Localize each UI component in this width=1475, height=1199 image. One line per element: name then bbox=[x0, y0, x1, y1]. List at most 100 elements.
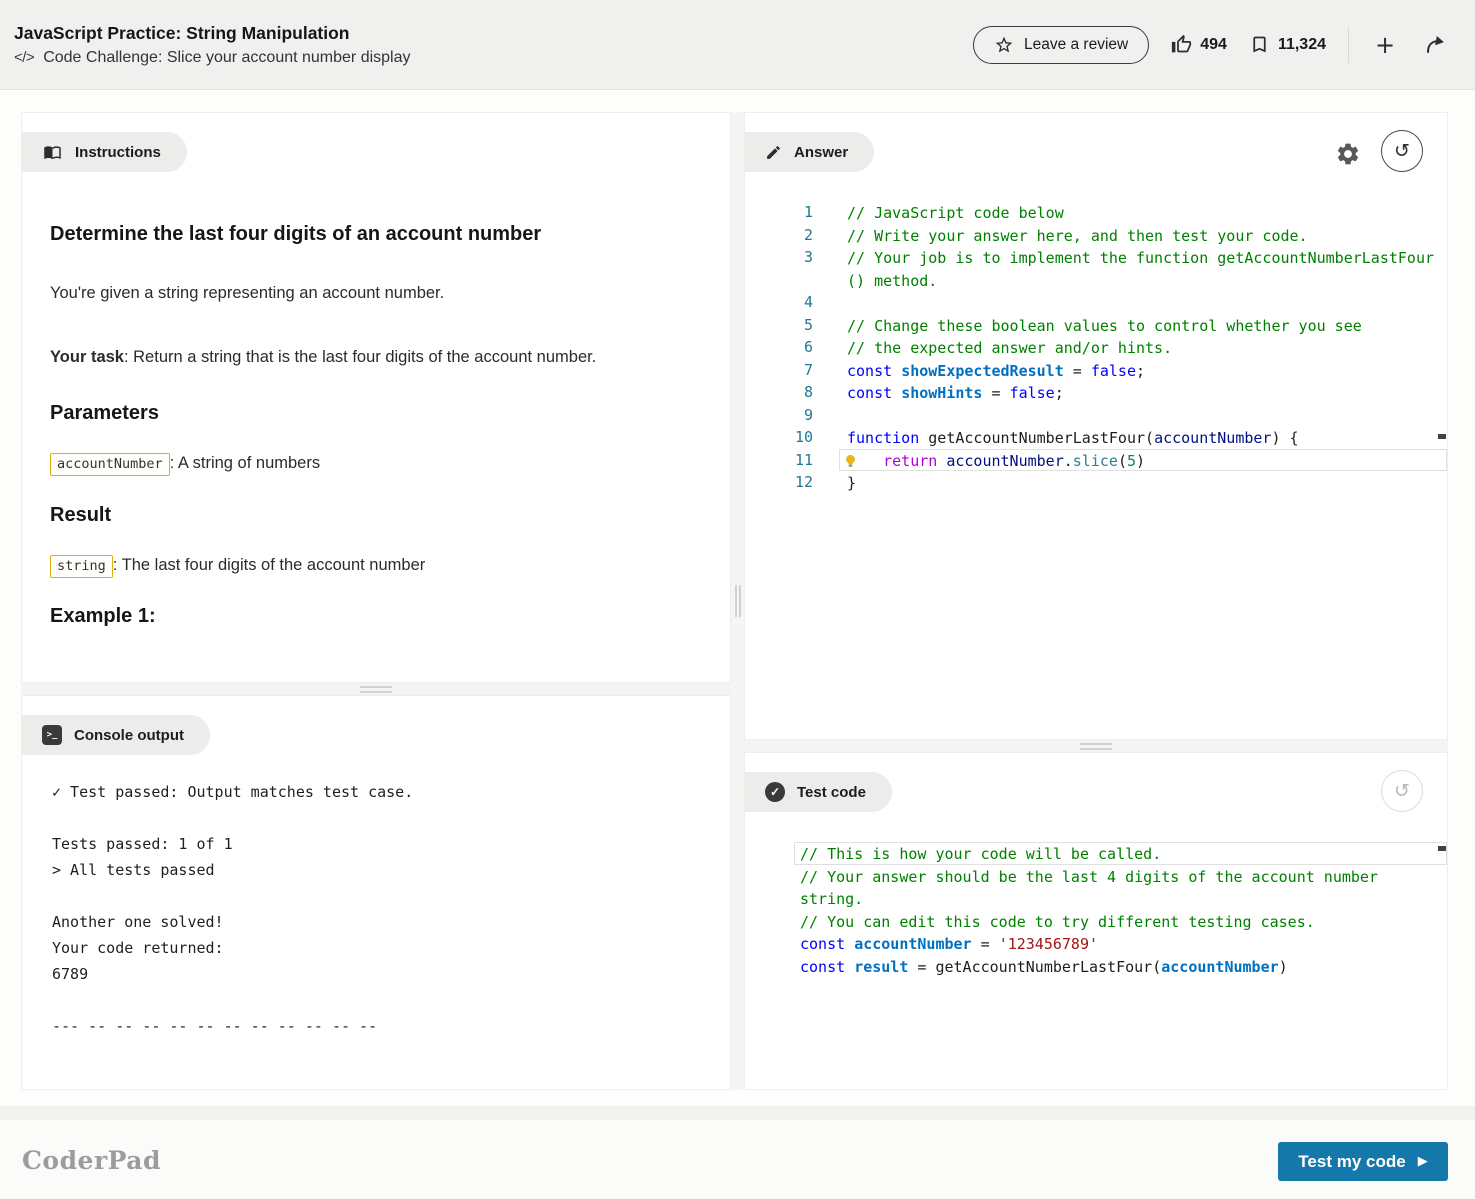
code-row: () method. bbox=[745, 269, 1447, 292]
code-row: 12} bbox=[745, 471, 1447, 494]
likes-stat[interactable]: 494 bbox=[1171, 34, 1227, 55]
coderpad-logo: CoderPad bbox=[22, 1146, 161, 1175]
code-line: } bbox=[847, 474, 857, 492]
console-line: Another one solved! bbox=[52, 913, 224, 931]
code-line: return accountNumber.slice(5) bbox=[839, 448, 1447, 471]
add-button[interactable]: + bbox=[1371, 31, 1399, 59]
overview-ruler-mark bbox=[1438, 434, 1446, 439]
tab-console-label: Console output bbox=[74, 726, 184, 744]
code-row: 7 const showExpectedResult = false; bbox=[745, 359, 1447, 382]
answer-actions: ↺ bbox=[1335, 130, 1423, 172]
share-button[interactable] bbox=[1421, 31, 1449, 59]
code-line: string. bbox=[800, 890, 864, 908]
task-label: Your task bbox=[50, 348, 124, 366]
tab-instructions-label: Instructions bbox=[75, 143, 161, 161]
test-actions: ↺ bbox=[1381, 770, 1423, 812]
example-heading: Example 1: bbox=[50, 605, 156, 627]
tab-instructions[interactable]: Instructions bbox=[22, 132, 187, 172]
param-code-chip: accountNumber bbox=[50, 453, 170, 476]
challenge-heading: Determine the last four digits of an acc… bbox=[50, 223, 542, 245]
line-number: 10 bbox=[794, 428, 813, 446]
code-row: 3 // Your job is to implement the functio… bbox=[745, 246, 1447, 269]
task-paragraph: Your task: Return a string that is the l… bbox=[50, 342, 650, 372]
lightbulb-icon[interactable] bbox=[844, 453, 858, 470]
right-horizontal-splitter[interactable] bbox=[744, 740, 1448, 752]
code-line: // You can edit this code to try differe… bbox=[800, 912, 1315, 931]
reset-icon: ↺ bbox=[1394, 780, 1410, 802]
header: JavaScript Practice: String Manipulation… bbox=[0, 0, 1475, 90]
thumbs-up-icon bbox=[1172, 34, 1192, 53]
star-icon bbox=[995, 36, 1013, 52]
parameters-heading: Parameters bbox=[50, 402, 159, 424]
page-title: JavaScript Practice: String Manipulation bbox=[14, 22, 350, 43]
test-editor[interactable]: // This is how your code will be called.… bbox=[745, 842, 1447, 977]
parameter-row: accountNumber: A string of numbers bbox=[50, 453, 654, 476]
footer: CoderPad Test my code ▶ bbox=[0, 1120, 1475, 1199]
code-row: 10 function getAccountNumberLastFour(acco… bbox=[745, 426, 1447, 449]
answer-panel-head: Answer ↺ bbox=[745, 113, 1447, 172]
answer-editor[interactable]: 1 // JavaScript code below 2 // Write your … bbox=[745, 201, 1447, 494]
result-code-chip: string bbox=[50, 555, 113, 578]
line-number: 1 bbox=[803, 203, 813, 221]
code-line: // This is how your code will be called. bbox=[794, 842, 1447, 865]
code-line: // Write your answer here, and then test… bbox=[847, 226, 1308, 245]
code-line: // Your answer should be the last 4 digi… bbox=[800, 867, 1378, 886]
console-line: ✓ Test passed: Output matches test case. bbox=[52, 783, 414, 801]
play-icon: ▶ bbox=[1417, 1154, 1428, 1169]
reset-test-button[interactable]: ↺ bbox=[1381, 770, 1423, 812]
answer-panel: Answer ↺ 1 // JavaScript code below 2 // Wr… bbox=[744, 112, 1448, 740]
param-desc: : A string of numbers bbox=[169, 454, 321, 472]
code-line: // Change these boolean values to contro… bbox=[847, 316, 1362, 335]
line-number: 7 bbox=[803, 360, 813, 379]
reset-answer-button[interactable]: ↺ bbox=[1381, 130, 1423, 172]
page-subtitle: </> Code Challenge: Slice your account n… bbox=[14, 49, 411, 67]
gear-icon bbox=[1337, 143, 1359, 164]
code-line: const result = getAccountNumberLastFour(… bbox=[800, 957, 1288, 976]
tab-test-code[interactable]: ✓ Test code bbox=[745, 772, 892, 812]
code-row: 1 // JavaScript code below bbox=[745, 201, 1447, 224]
code-line: // Your job is to implement the function… bbox=[847, 249, 1434, 267]
code-tag-icon: </> bbox=[14, 49, 35, 66]
code-line: const showHints = false; bbox=[847, 384, 1064, 402]
instructions-panel: Instructions Determine the last four dig… bbox=[21, 112, 731, 683]
line-number: 11 bbox=[794, 450, 813, 469]
settings-button[interactable] bbox=[1335, 141, 1361, 170]
terminal-icon: >_ bbox=[42, 725, 62, 745]
tab-console-output[interactable]: >_ Console output bbox=[22, 715, 210, 755]
console-lines: ✓ Test passed: Output matches test case.… bbox=[52, 779, 730, 1039]
console-line: Your code returned: bbox=[52, 939, 224, 957]
bottom-resize-band bbox=[0, 1106, 1475, 1120]
line-number: 3 bbox=[803, 248, 813, 266]
code-line: // JavaScript code below bbox=[847, 204, 1064, 222]
code-line: () method. bbox=[847, 271, 938, 290]
line-number: 12 bbox=[794, 473, 813, 491]
line-number: 9 bbox=[803, 405, 813, 424]
result-desc: : The last four digits of the account nu… bbox=[112, 556, 426, 574]
tab-answer[interactable]: Answer bbox=[745, 132, 875, 172]
code-line: const accountNumber = '123456789' bbox=[800, 935, 1099, 953]
leave-review-button[interactable]: Leave a review bbox=[972, 25, 1150, 64]
left-horizontal-splitter[interactable] bbox=[21, 683, 731, 695]
review-label: Leave a review bbox=[1023, 35, 1129, 53]
tab-answer-label: Answer bbox=[794, 143, 849, 161]
code-row: 5 // Change these boolean values to contr… bbox=[745, 314, 1447, 337]
test-panel-head: ✓ Test code ↺ bbox=[745, 753, 1447, 812]
line-number: 5 bbox=[803, 315, 813, 334]
line-number: 2 bbox=[803, 225, 813, 244]
console-panel: >_ Console output ✓ Test passed: Output … bbox=[21, 695, 731, 1090]
pencil-icon bbox=[767, 145, 780, 159]
reset-icon: ↺ bbox=[1394, 140, 1410, 162]
test-my-code-button[interactable]: Test my code ▶ bbox=[1278, 1142, 1448, 1181]
intro-paragraph: You're given a string representing an ac… bbox=[50, 284, 445, 302]
code-row: 6 // the expected answer and/or hints. bbox=[745, 336, 1447, 359]
vertical-splitter[interactable] bbox=[731, 112, 744, 1090]
bookmark-icon bbox=[1253, 36, 1266, 53]
subtitle-text: Code Challenge: Slice your account numbe… bbox=[43, 48, 411, 66]
console-line: > All tests passed bbox=[52, 861, 215, 879]
bookmarks-stat[interactable]: 11,324 bbox=[1249, 34, 1326, 55]
overview-ruler-mark bbox=[1438, 846, 1446, 851]
bookmarks-count: 11,324 bbox=[1277, 35, 1326, 53]
